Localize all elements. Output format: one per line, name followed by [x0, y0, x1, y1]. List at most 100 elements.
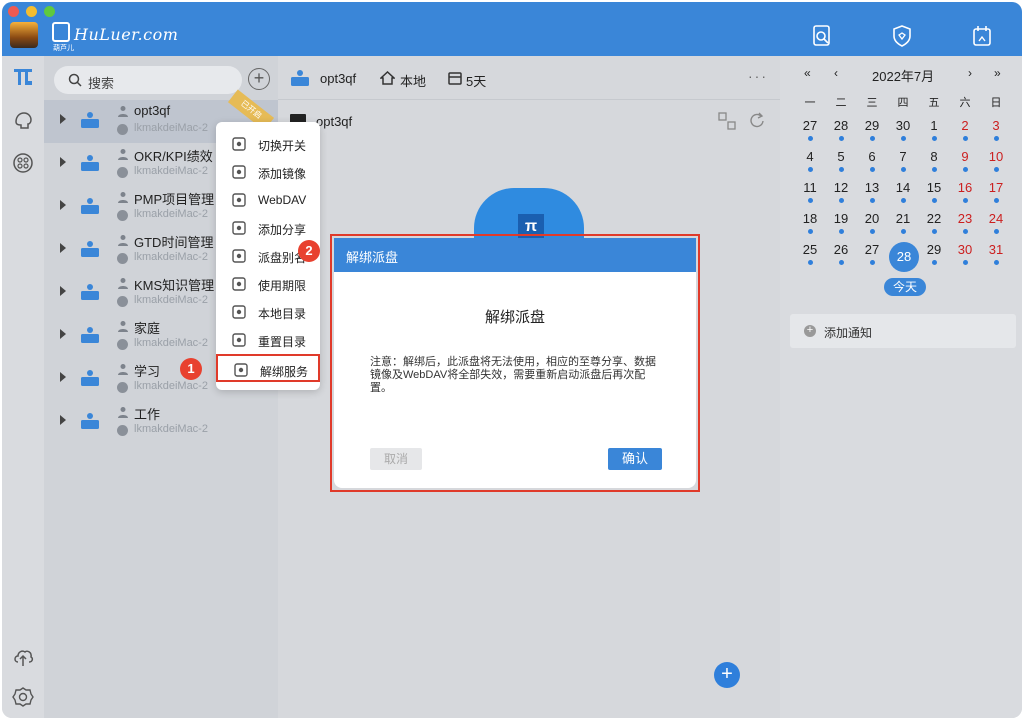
search-input[interactable]: 搜索 [88, 73, 114, 92]
search-document-icon[interactable] [812, 25, 832, 47]
add-notice-button[interactable]: + 添加通知 [790, 314, 1016, 348]
disk-icon [291, 70, 309, 86]
cloud-upload-icon[interactable] [12, 646, 34, 668]
calendar-day[interactable]: 16 [951, 180, 979, 210]
calendar-day-number: 2 [961, 118, 969, 133]
calendar-day[interactable]: 13 [858, 180, 886, 210]
calendar-day[interactable]: 24 [982, 211, 1010, 241]
calendar-day[interactable]: 11 [796, 180, 824, 210]
calendar-day-number: 3 [992, 118, 1000, 133]
search-box[interactable]: 搜索 [54, 66, 242, 94]
calendar-day[interactable]: 9 [951, 149, 979, 179]
calendar-day[interactable]: 28 [827, 118, 855, 148]
prev-month-button[interactable]: ‹ [834, 66, 838, 80]
zoom-window-button[interactable] [44, 6, 55, 17]
calendar-day[interactable]: 29 [858, 118, 886, 148]
confirm-button[interactable]: 确认 [608, 448, 662, 470]
calendar-day[interactable]: 17 [982, 180, 1010, 210]
event-dot [901, 136, 906, 141]
user-icon [118, 235, 128, 246]
calendar-day[interactable]: 26 [827, 242, 855, 272]
calendar-day[interactable]: 30 [951, 242, 979, 272]
more-options-button[interactable]: ··· [748, 68, 768, 84]
calendar-day[interactable]: 3 [982, 118, 1010, 148]
menu-item[interactable]: 添加镜像 [216, 158, 320, 186]
next-month-button[interactable]: › [968, 66, 972, 80]
calendar-day[interactable]: 12 [827, 180, 855, 210]
dialog-highlight: 解绑派盘 解绑派盘 注意：解绑后，此派盘将无法使用，相应的至尊分享、数据镜像及W… [330, 234, 700, 492]
menu-item[interactable]: 本地目录 [216, 298, 320, 326]
menu-item[interactable]: 重置目录 [216, 326, 320, 354]
days-label[interactable]: 5天 [466, 71, 486, 90]
calendar-day[interactable]: 2 [951, 118, 979, 148]
menu-item[interactable]: 使用期限 [216, 270, 320, 298]
expand-arrow-icon[interactable] [60, 243, 66, 253]
calendar-day[interactable]: 22 [920, 211, 948, 241]
menu-item[interactable]: 添加分享 [216, 214, 320, 242]
calendar-day[interactable]: 14 [889, 180, 917, 210]
calendar-day-number: 10 [988, 149, 1004, 164]
calendar-day[interactable]: 15 [920, 180, 948, 210]
expand-arrow-icon[interactable] [60, 372, 66, 382]
calendar-day[interactable]: 6 [858, 149, 886, 179]
calendar-day[interactable]: 1 [920, 118, 948, 148]
location-label[interactable]: 本地 [400, 71, 426, 90]
menu-item[interactable]: 解绑服务 [216, 354, 320, 382]
add-file-button[interactable]: + [714, 662, 740, 688]
calendar-day-number: 14 [895, 180, 911, 195]
pi-disk-icon[interactable] [12, 66, 34, 88]
calendar-day[interactable]: 18 [796, 211, 824, 241]
calendar-day[interactable]: 5 [827, 149, 855, 179]
calendar-day[interactable]: 4 [796, 149, 824, 179]
toggle-icon [232, 137, 246, 151]
swap-view-icon[interactable] [718, 112, 736, 130]
disk-item[interactable]: 工作 lkmakdeiMac-2 [44, 401, 278, 444]
calendar-day[interactable]: 19 [827, 211, 855, 241]
refresh-icon[interactable] [748, 112, 766, 130]
prev-year-button[interactable]: « [804, 66, 811, 80]
expand-arrow-icon[interactable] [60, 200, 66, 210]
calendar-day[interactable]: 29 [920, 242, 948, 272]
calendar-day[interactable]: 7 [889, 149, 917, 179]
calendar-day[interactable]: 10 [982, 149, 1010, 179]
minimize-window-button[interactable] [26, 6, 37, 17]
shield-icon[interactable] [892, 25, 912, 47]
close-window-button[interactable] [8, 6, 19, 17]
calendar-icon[interactable] [972, 25, 992, 47]
calendar-day[interactable]: 27 [858, 242, 886, 272]
calendar-day[interactable]: 28 [889, 242, 919, 272]
calendar-day[interactable]: 23 [951, 211, 979, 241]
calendar-day-number: 20 [864, 211, 880, 226]
calendar-day[interactable]: 21 [889, 211, 917, 241]
expand-arrow-icon[interactable] [60, 415, 66, 425]
brain-icon[interactable] [12, 110, 34, 132]
expand-arrow-icon[interactable] [60, 329, 66, 339]
calendar-day-number: 30 [895, 118, 911, 133]
menu-item[interactable]: 切换开关 [216, 130, 320, 158]
disk-icon [81, 198, 99, 214]
expand-arrow-icon[interactable] [60, 286, 66, 296]
expand-arrow-icon[interactable] [60, 114, 66, 124]
cancel-button[interactable]: 取消 [370, 448, 422, 470]
logo-mark-icon [52, 22, 70, 42]
calendar-icon [232, 277, 246, 291]
calendar-day[interactable]: 25 [796, 242, 824, 272]
calendar-day[interactable]: 31 [982, 242, 1010, 272]
folder-name[interactable]: opt3qf [316, 114, 352, 129]
menu-item-label: 解绑服务 [260, 365, 309, 379]
event-dot [932, 260, 937, 265]
calendar-day[interactable]: 20 [858, 211, 886, 241]
calendar-day[interactable]: 27 [796, 118, 824, 148]
add-disk-button[interactable]: + [248, 68, 270, 90]
apps-icon[interactable] [12, 152, 34, 174]
calendar-day[interactable]: 8 [920, 149, 948, 179]
calendar-day-number: 27 [802, 118, 818, 133]
settings-icon[interactable] [12, 686, 34, 708]
calendar-day[interactable]: 30 [889, 118, 917, 148]
next-year-button[interactable]: » [994, 66, 1001, 80]
expand-arrow-icon[interactable] [60, 157, 66, 167]
calendar-day-number: 31 [988, 242, 1004, 257]
menu-item[interactable]: WebDAV [216, 186, 320, 214]
today-button[interactable]: 今天 [884, 278, 926, 296]
event-dot [839, 167, 844, 172]
